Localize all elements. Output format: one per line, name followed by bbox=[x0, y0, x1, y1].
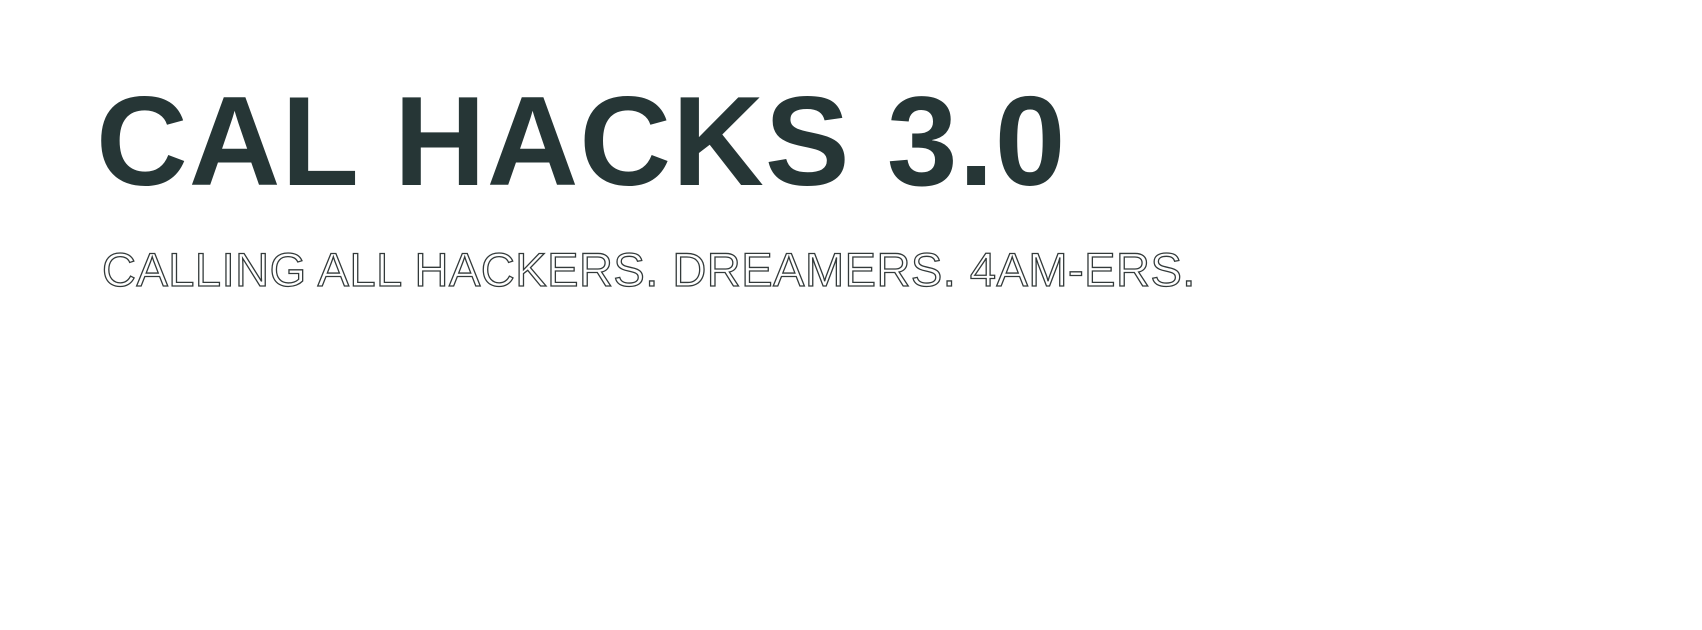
hero-tagline: CALLING ALL HACKERS. DREAMERS. 4AM-ERS. bbox=[101, 243, 1196, 296]
hero-section: CAL HACKS 3.0 CALLING ALL HACKERS. DREAM… bbox=[0, 0, 1702, 630]
hero-title: CAL HACKS 3.0 bbox=[96, 70, 1067, 212]
